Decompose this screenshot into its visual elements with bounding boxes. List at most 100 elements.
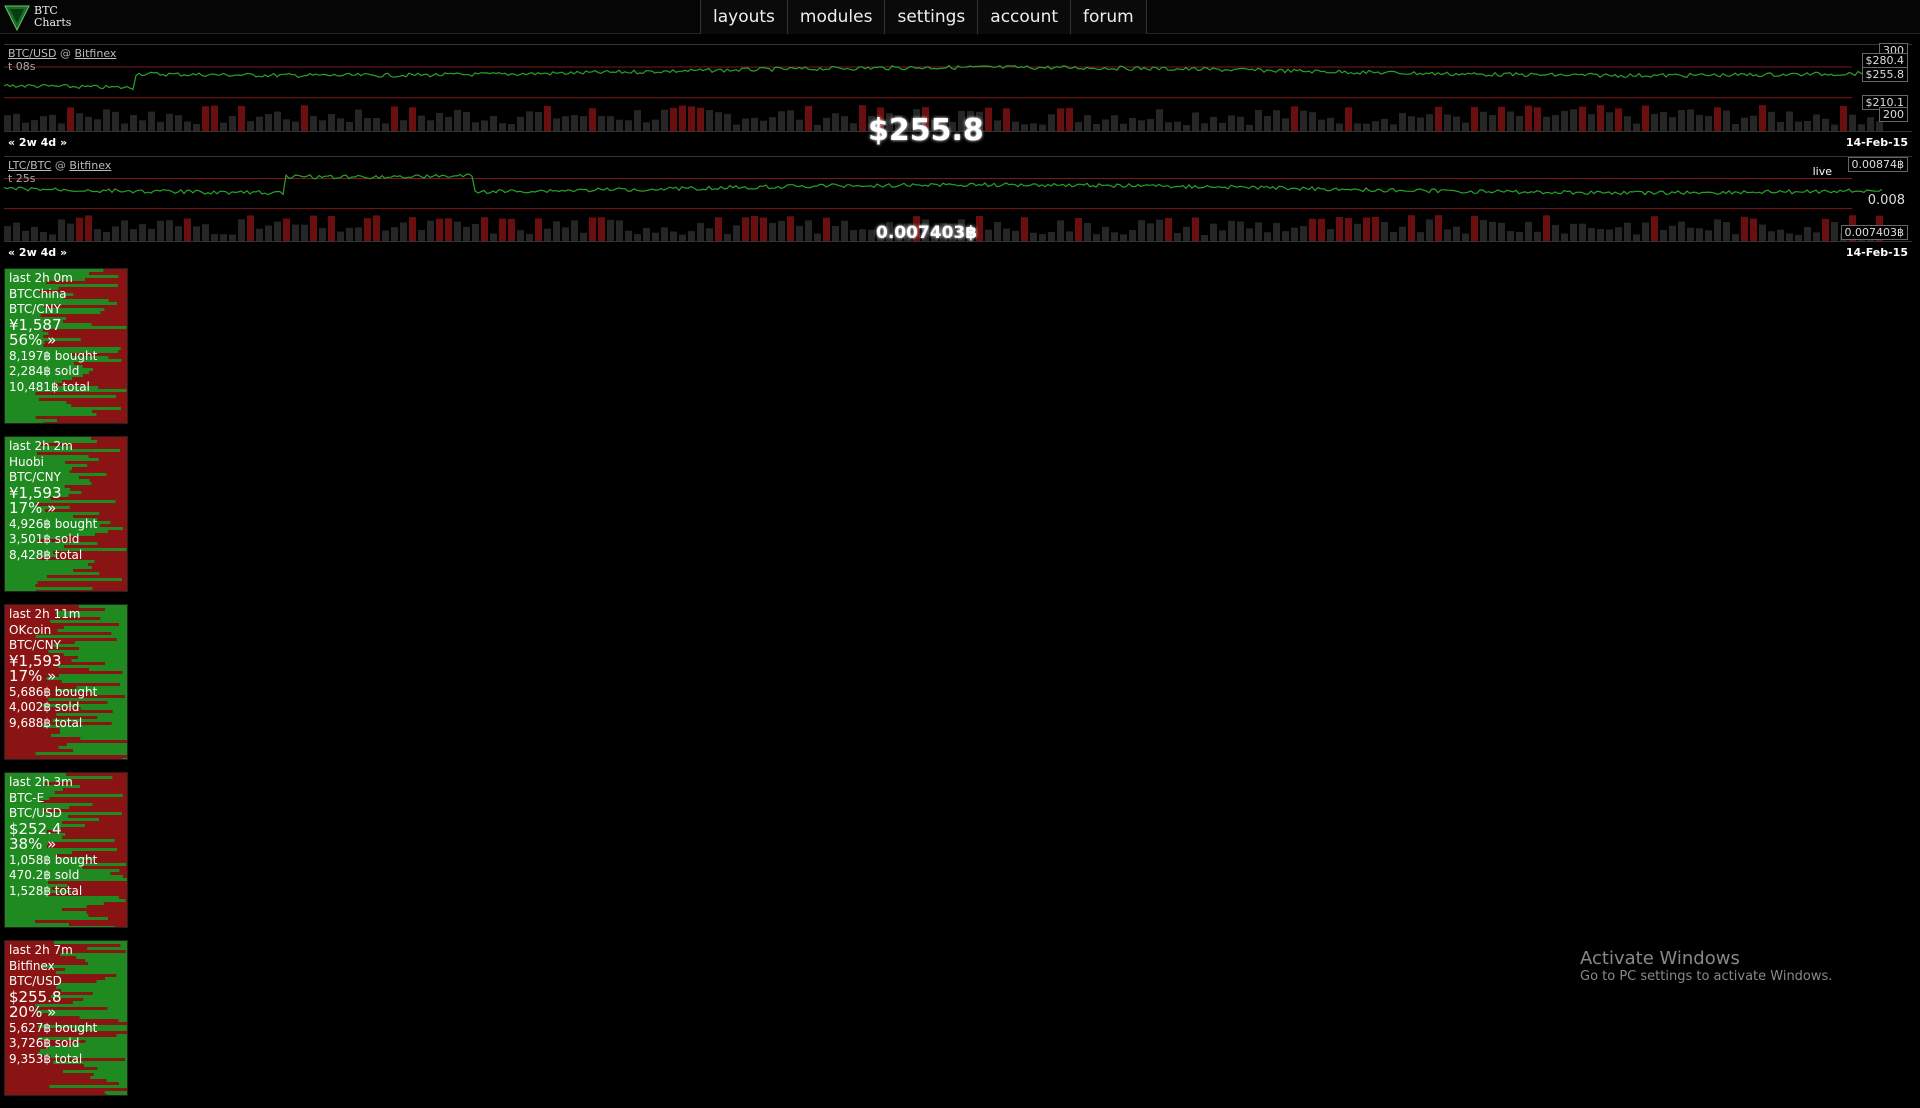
exchange-summary-3[interactable]: last 2h 3mBTC-EBTC/USD$252.438% »1,058฿ …: [4, 772, 128, 928]
strip-exchange[interactable]: Bitfinex: [69, 159, 111, 172]
exchange-summary-4[interactable]: last 2h 7mBitfinexBTC/USD$255.820% »5,62…: [4, 940, 128, 1096]
strip-date: 14-Feb-15: [1846, 246, 1908, 259]
strip-title[interactable]: LTC/BTC @ Bitfinex: [8, 159, 111, 172]
volume-bar: [841, 221, 848, 241]
volume-bar: [1075, 218, 1082, 241]
volume-bar: [127, 878, 128, 881]
exchange-summary-1[interactable]: last 2h 2mHuobiBTC/CNY¥1,59317% »4,926฿ …: [4, 436, 128, 592]
menu-modules[interactable]: modules: [787, 0, 885, 34]
volume-bar: [427, 120, 434, 131]
volume-bar: [832, 113, 839, 131]
volume-bar: [1120, 124, 1127, 131]
exchange-name: BTC-E: [9, 791, 123, 807]
volume-bar: [166, 114, 173, 131]
volume-bar: [121, 407, 128, 410]
volume-bar: [1372, 217, 1379, 241]
volume-bar: [1804, 121, 1811, 131]
volume-bar: [508, 219, 515, 241]
volume-bar: [850, 230, 857, 241]
strip-pair[interactable]: LTC/BTC: [8, 159, 51, 172]
strip-title[interactable]: BTC/USD @ Bitfinex: [8, 47, 116, 60]
menu-forum[interactable]: forum: [1070, 0, 1147, 34]
volume-bar: [238, 106, 245, 131]
volume-bar: [355, 110, 362, 131]
volume-bar: [1615, 227, 1622, 241]
volume-bar: [1768, 231, 1775, 241]
volume-bar: [93, 587, 128, 590]
menu-account[interactable]: account: [977, 0, 1070, 34]
volume-bar: [625, 120, 632, 131]
strip-range-selector[interactable]: « 2w 4d »: [8, 246, 67, 259]
menu-layouts[interactable]: layouts: [700, 0, 787, 34]
volume-bar: [40, 232, 47, 241]
volume-bar: [652, 120, 659, 131]
volume-bar: [1030, 233, 1037, 241]
volume-bar: [157, 122, 164, 131]
strip-range-selector[interactable]: « 2w 4d »: [8, 136, 67, 149]
strip-axis-label: 0.008: [1865, 193, 1908, 208]
exchange-pct[interactable]: 56% »: [9, 333, 123, 349]
watermark-sub: Go to PC settings to activate Windows.: [1580, 969, 1832, 984]
volume-bar: [283, 219, 290, 241]
exchange-pct[interactable]: 17% »: [9, 669, 123, 685]
volume-bar: [1543, 117, 1550, 131]
volume-bar: [346, 228, 353, 241]
price-strip-btcusd[interactable]: BTC/USD @ Bitfinex t 08s live 300 $280.4…: [4, 44, 1912, 132]
volume-bar: [97, 413, 128, 416]
volume-bar: [57, 419, 128, 422]
volume-bar: [5, 590, 36, 592]
volume-bar: [36, 584, 128, 587]
volume-bar: [130, 229, 137, 241]
volume-bar: [481, 121, 488, 131]
strip-pair[interactable]: BTC/USD: [8, 47, 57, 60]
volume-bar: [742, 217, 749, 241]
volume-bar: [85, 117, 92, 131]
volume-bar: [571, 115, 578, 131]
volume-bar: [1813, 232, 1820, 241]
volume-bar: [1066, 231, 1073, 241]
volume-bar: [1327, 229, 1334, 241]
volume-bar: [5, 410, 92, 413]
volume-bar: [5, 575, 47, 578]
exchange-summary-2[interactable]: last 2h 11mOKcoinBTC/CNY¥1,59317% »5,686…: [4, 604, 128, 760]
exchange-pct[interactable]: 20% »: [9, 1005, 123, 1021]
volume-bar: [652, 233, 659, 241]
price-strip-ltcbtc[interactable]: LTC/BTC @ Bitfinex t 25s live 0.00874฿ 0…: [4, 156, 1912, 242]
strip-exchange[interactable]: Bitfinex: [75, 47, 117, 60]
logo[interactable]: BTC Charts: [4, 2, 71, 32]
volume-bar: [5, 905, 87, 908]
menu-settings[interactable]: settings: [884, 0, 977, 34]
volume-bar: [445, 117, 452, 131]
volume-bar: [1165, 122, 1172, 131]
volume-bar: [193, 124, 200, 131]
volume-bar: [5, 1079, 106, 1082]
exchange-summary-0[interactable]: last 2h 0mBTCChinaBTC/CNY¥1,58756% »8,19…: [4, 268, 128, 424]
volume-bar: [85, 215, 92, 241]
volume-bar: [499, 123, 506, 131]
volume-bar: [1048, 232, 1055, 241]
exchange-bought: 4,926฿ bought: [9, 517, 123, 533]
volume-bar: [670, 108, 677, 131]
volume-bar: [328, 216, 335, 241]
volume-bar: [1876, 121, 1883, 131]
volume-bar: [1795, 122, 1802, 131]
volume-bar: [436, 219, 443, 241]
volume-bar: [1363, 218, 1370, 241]
volume-bar: [823, 118, 830, 131]
volume-bar: [454, 110, 461, 131]
volume-bar: [310, 116, 317, 131]
volume-bar: [69, 923, 128, 926]
exchange-summary-text: last 2h 11mOKcoinBTC/CNY¥1,59317% »5,686…: [5, 605, 127, 733]
volume-bar: [220, 123, 227, 131]
volume-bar: [1471, 107, 1478, 131]
volume-bar: [73, 569, 128, 572]
volume-bar: [175, 226, 182, 241]
volume-bar: [1120, 234, 1127, 241]
volume-bar: [1552, 225, 1559, 241]
exchange-pct[interactable]: 38% »: [9, 837, 123, 853]
volume-bar: [1237, 222, 1244, 241]
volume-bar: [985, 230, 992, 241]
strip-sub: t 25s: [8, 172, 36, 185]
volume-bar: [47, 575, 128, 578]
exchange-pct[interactable]: 17% »: [9, 501, 123, 517]
